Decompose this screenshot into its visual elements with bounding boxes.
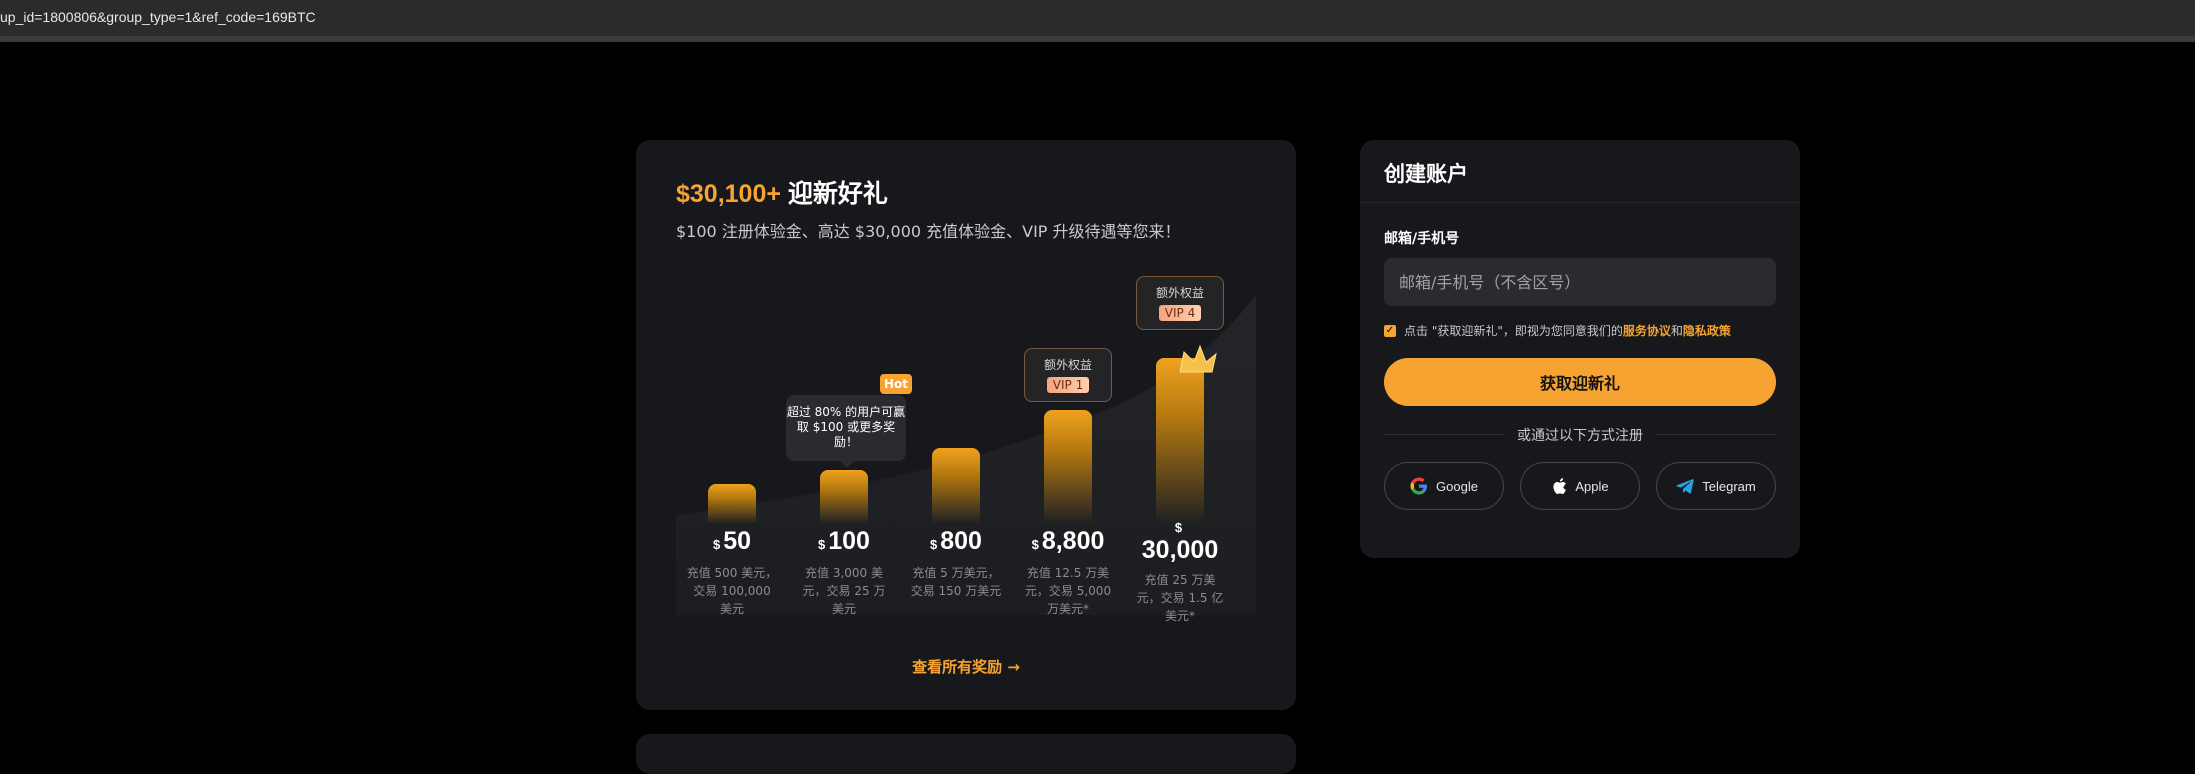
tier-5-amount: 30,000 bbox=[1141, 536, 1219, 564]
tier-5-currency: $ bbox=[1174, 520, 1183, 535]
tier-bar-3 bbox=[932, 448, 980, 524]
hot-badge: Hot bbox=[880, 374, 912, 394]
tier-4-currency: $ bbox=[1031, 537, 1039, 552]
tier-1-amount: 50 bbox=[723, 527, 752, 555]
extra-benefit-vip1: 额外权益 VIP 1 bbox=[1024, 348, 1112, 402]
browser-address-bar[interactable]: up_id=1800806&group_type=1&ref_code=169B… bbox=[0, 0, 2195, 42]
or-divider: 或通过以下方式注册 bbox=[1384, 425, 1776, 445]
extra-benefit-label: 额外权益 bbox=[1043, 358, 1092, 372]
agree-text: 点击 "获取迎新礼"，即视为您同意我们的 bbox=[1404, 324, 1623, 338]
tier-2-amount: 100 bbox=[828, 527, 870, 555]
promo-title-amount: $30,100+ bbox=[676, 180, 781, 208]
or-text: 或通过以下方式注册 bbox=[1517, 428, 1643, 444]
tier-3-desc: 充值 5 万美元，交易 150 万美元 bbox=[910, 566, 1002, 598]
tier-bar-1 bbox=[708, 484, 756, 524]
crown-icon bbox=[1179, 344, 1217, 373]
tier-2: $100 充值 3,000 美元，交易 25 万美元 bbox=[788, 527, 900, 618]
vip-badge-4: VIP 4 bbox=[1158, 305, 1202, 321]
reward-tier-chart: $50 充值 500 美元，交易 100,000 美元 $100 充值 3,00… bbox=[676, 270, 1256, 623]
promo-title: $30,100+ 迎新好礼 bbox=[676, 174, 888, 210]
get-welcome-gift-button[interactable]: 获取迎新礼 bbox=[1384, 358, 1776, 406]
google-label: Google bbox=[1436, 478, 1478, 494]
tier-3-amount: 800 bbox=[940, 527, 982, 555]
vip-badge-1: VIP 1 bbox=[1046, 377, 1090, 393]
google-signup-button[interactable]: Google bbox=[1384, 462, 1504, 510]
tier-1: $50 充值 500 美元，交易 100,000 美元 bbox=[676, 527, 788, 618]
tier-2-currency: $ bbox=[818, 537, 826, 552]
hot-tooltip: 超过 80% 的用户可赢取 $100 或更多奖励！ bbox=[786, 395, 906, 468]
tier-4-amount: 8,800 bbox=[1041, 527, 1105, 555]
extra-benefit-label: 额外权益 bbox=[1155, 286, 1204, 300]
tier-bar-5 bbox=[1156, 358, 1204, 524]
agree-checkbox[interactable]: ✓ bbox=[1384, 324, 1396, 337]
email-phone-label: 邮箱/手机号 bbox=[1384, 231, 1460, 247]
tier-5-desc: 充值 25 万美元，交易 1.5 亿美元* bbox=[1136, 573, 1224, 623]
promo-title-text: 迎新好礼 bbox=[780, 180, 888, 208]
privacy-link[interactable]: 隐私政策 bbox=[1683, 322, 1731, 339]
tier-1-desc: 充值 500 美元，交易 100,000 美元 bbox=[686, 566, 778, 616]
signup-title: 创建账户 bbox=[1384, 162, 1468, 186]
tier-2-desc: 充值 3,000 美元，交易 25 万美元 bbox=[802, 566, 886, 616]
terms-link[interactable]: 服务协议 bbox=[1623, 322, 1671, 339]
apple-signup-button[interactable]: Apple bbox=[1520, 462, 1640, 510]
tier-bar-4 bbox=[1044, 410, 1092, 524]
next-section-card bbox=[636, 734, 1296, 774]
extra-benefit-vip4: 额外权益 VIP 4 bbox=[1136, 276, 1224, 330]
email-phone-input[interactable] bbox=[1384, 258, 1776, 306]
apple-label: Apple bbox=[1575, 478, 1609, 494]
telegram-label: Telegram bbox=[1702, 478, 1756, 494]
tier-1-currency: $ bbox=[712, 537, 721, 552]
agreement-row: ✓ 点击 "获取迎新礼"，即视为您同意我们的 服务协议 和 隐私政策 bbox=[1384, 322, 1731, 339]
tier-bar-2 bbox=[820, 470, 868, 524]
google-icon bbox=[1410, 477, 1428, 495]
apple-icon bbox=[1551, 477, 1567, 495]
agree-and: 和 bbox=[1670, 324, 1683, 338]
promo-subtitle: $100 注册体验金、高达 $30,000 充值体验金、VIP 升级待遇等您来！ bbox=[676, 222, 1181, 241]
view-all-rewards-link[interactable]: 查看所有奖励 → bbox=[636, 656, 1296, 677]
tier-5: $ 30,000 充值 25 万美元，交易 1.5 亿美元* bbox=[1124, 520, 1236, 625]
tier-3: $800 充值 5 万美元，交易 150 万美元 bbox=[900, 527, 1012, 600]
tier-3-currency: $ bbox=[930, 537, 938, 552]
divider bbox=[1360, 202, 1800, 203]
tier-4-desc: 充值 12.5 万美元，交易 5,000 万美元* bbox=[1024, 566, 1112, 616]
welcome-rewards-card: $30,100+ 迎新好礼 $100 注册体验金、高达 $30,000 充值体验… bbox=[636, 140, 1296, 710]
tier-4: $8,800 充值 12.5 万美元，交易 5,000 万美元* bbox=[1012, 527, 1124, 618]
create-account-card: 创建账户 邮箱/手机号 ✓ 点击 "获取迎新礼"，即视为您同意我们的 服务协议 … bbox=[1360, 140, 1800, 558]
telegram-signup-button[interactable]: Telegram bbox=[1656, 462, 1776, 510]
telegram-icon bbox=[1676, 478, 1694, 494]
url-text[interactable]: up_id=1800806&group_type=1&ref_code=169B… bbox=[0, 9, 316, 25]
